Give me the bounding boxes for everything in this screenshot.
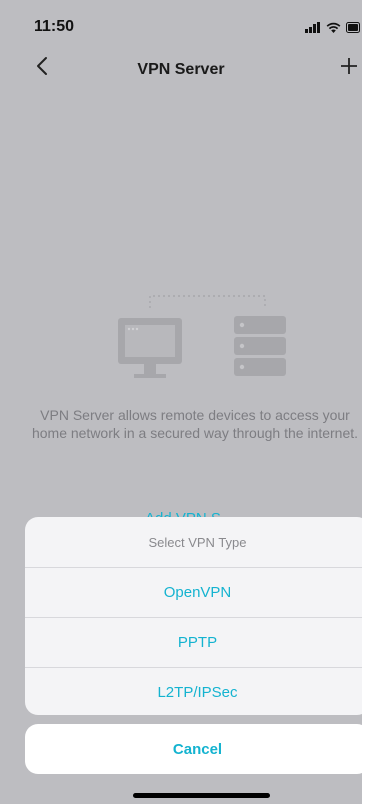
status-icons: [305, 20, 360, 38]
screen-edge: [362, 0, 369, 804]
wifi-icon: [326, 20, 341, 38]
cancel-button[interactable]: Cancel: [25, 724, 362, 774]
option-openvpn[interactable]: OpenVPN: [25, 567, 362, 617]
screen: 11:50 VPN Server VPN Server allows remot…: [0, 0, 362, 804]
home-indicator: [133, 793, 270, 798]
action-sheet-title: Select VPN Type: [148, 534, 247, 550]
option-l2tp-ipsec[interactable]: L2TP/IPSec: [25, 667, 362, 715]
plus-icon: [339, 56, 359, 81]
empty-state-description: VPN Server allows remote devices to acce…: [31, 407, 359, 441]
add-vpn-button[interactable]: [336, 54, 362, 82]
cellular-signal-icon: [305, 20, 321, 38]
status-time: 11:50: [34, 18, 75, 35]
computer-server-icon: [110, 288, 300, 388]
vpn-type-action-sheet: Select VPN Type OpenVPN PPTP L2TP/IPSec: [25, 517, 362, 715]
status-bar: 11:50: [0, 0, 362, 50]
battery-icon: [346, 20, 360, 38]
nav-bar: VPN Server: [0, 50, 362, 90]
option-pptp[interactable]: PPTP: [25, 617, 362, 667]
page-title: VPN Server: [137, 61, 225, 78]
